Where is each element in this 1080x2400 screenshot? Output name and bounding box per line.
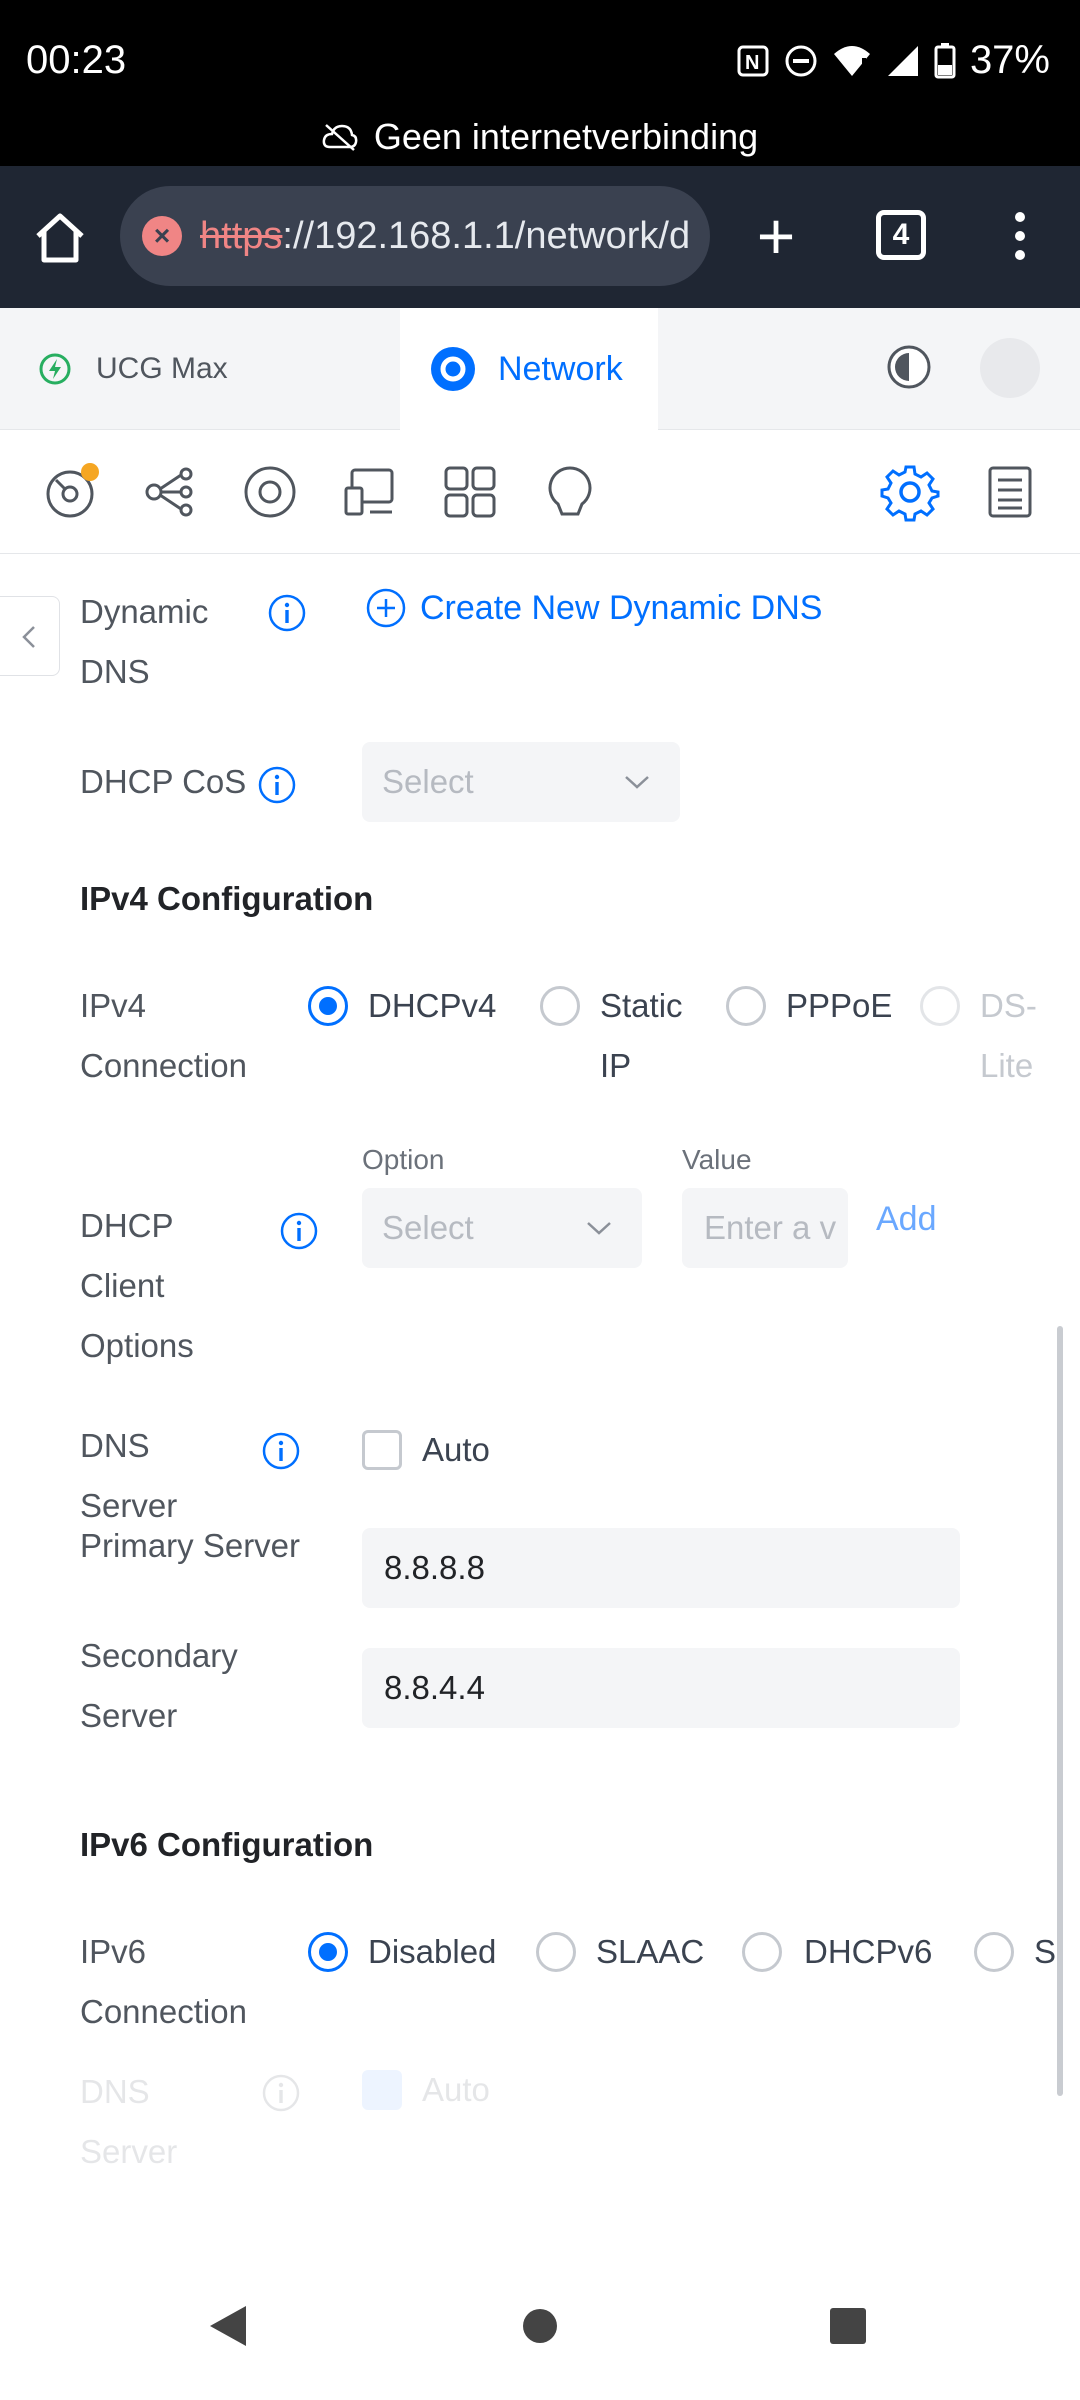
dns-auto-label[interactable]: Auto	[422, 1420, 490, 1480]
wifi-icon	[833, 45, 870, 76]
radio-pppoe-label[interactable]: PPPoE	[786, 976, 892, 1036]
ipv6-dns-server-label: DNS Server	[80, 2073, 178, 2170]
network-app-icon	[431, 347, 475, 391]
insecure-warning-icon[interactable]: ×	[142, 216, 182, 256]
ipv6-configuration-heading: IPv6 Configuration	[80, 1826, 374, 1863]
logs-icon[interactable]	[980, 462, 1040, 522]
address-bar[interactable]: × https://192.168.1.1/network/d	[120, 186, 710, 286]
topology-icon[interactable]	[140, 462, 200, 522]
chevron-left-icon	[22, 626, 35, 648]
radio-ds-lite-label[interactable]: DS- Lite	[980, 976, 1037, 1096]
status-bar: 00:23 N 37%	[0, 0, 1080, 108]
ipv4-configuration-heading: IPv4 Configuration	[80, 880, 374, 917]
dhcp-cos-placeholder: Select	[382, 763, 474, 800]
home-icon[interactable]	[30, 208, 90, 268]
value-column-label: Value	[682, 1144, 752, 1175]
radio-static-ipv6[interactable]	[974, 1932, 1014, 1972]
info-icon[interactable]	[268, 594, 306, 632]
radio-pppoe[interactable]	[726, 986, 766, 1026]
dhcp-cos-label: DHCP CoS	[80, 763, 247, 800]
settings-gear-icon[interactable]	[880, 462, 940, 522]
ports-icon[interactable]	[440, 462, 500, 522]
radio-disabled-label[interactable]: Disabled	[368, 1922, 496, 1982]
chevron-down-icon	[587, 1222, 611, 1235]
new-tab-button[interactable]: +	[746, 203, 806, 269]
secondary-server-input[interactable]: 8.8.4.4	[362, 1648, 960, 1728]
dhcp-cos-select[interactable]: Select	[362, 742, 680, 822]
radio-slaac-label[interactable]: SLAAC	[596, 1922, 704, 1982]
tab-ucg-max-label: UCG Max	[96, 352, 228, 385]
radio-dhcpv6-label[interactable]: DHCPv6	[804, 1922, 932, 1982]
dhcp-option-placeholder: Select	[382, 1209, 474, 1246]
dhcp-option-value-input[interactable]: Enter a v	[682, 1188, 848, 1268]
connection-banner: Geen internetverbinding	[0, 108, 1080, 166]
ipv6-dns-auto-checkbox[interactable]	[362, 2070, 402, 2110]
back-icon[interactable]	[206, 2302, 250, 2350]
info-icon[interactable]	[258, 766, 296, 804]
tab-network[interactable]: Network	[400, 308, 658, 430]
radio-dhcpv6[interactable]	[742, 1932, 782, 1972]
browser-menu-icon[interactable]	[1000, 206, 1040, 266]
chevron-down-icon	[625, 776, 649, 789]
info-icon[interactable]	[262, 1432, 300, 1470]
insights-icon[interactable]	[540, 462, 600, 522]
dhcp-client-options-label: DHCP Client Options	[80, 1207, 194, 1364]
dns-auto-checkbox[interactable]	[362, 1430, 402, 1470]
section-nav	[0, 430, 1080, 554]
clock: 00:23	[26, 38, 127, 82]
url-text[interactable]: https://192.168.1.1/network/d	[200, 215, 690, 258]
cloud-off-icon	[322, 124, 358, 151]
tab-network-label: Network	[498, 349, 623, 388]
dashboard-icon[interactable]	[40, 462, 100, 522]
status-icons: N 37%	[736, 38, 1050, 83]
ipv4-connection-label: IPv4 Connection	[80, 987, 247, 1084]
dnd-icon	[785, 45, 817, 76]
dhcp-option-select[interactable]: Select	[362, 1188, 642, 1268]
radio-static-ip-label[interactable]: Static IP	[600, 976, 683, 1096]
info-icon[interactable]	[262, 2074, 300, 2112]
battery-icon	[934, 42, 956, 78]
sidebar-expand-tab[interactable]	[0, 596, 60, 676]
radio-static-ip[interactable]	[540, 986, 580, 1026]
scrollbar[interactable]	[1057, 1326, 1063, 2096]
devices-icon[interactable]	[240, 462, 300, 522]
clients-icon[interactable]	[340, 462, 400, 522]
info-icon[interactable]	[280, 1212, 318, 1250]
svg-text:N: N	[745, 52, 759, 74]
theme-toggle-icon[interactable]	[886, 344, 932, 390]
ipv6-dns-auto-label[interactable]: Auto	[422, 2060, 490, 2120]
browser-toolbar: × https://192.168.1.1/network/d + 4	[0, 166, 1080, 308]
ipv6-connection-label: IPv6 Connection	[80, 1933, 247, 2030]
battery-percentage: 37%	[969, 38, 1050, 82]
add-dhcp-option-button[interactable]: Add	[876, 1200, 937, 1239]
home-circle-icon[interactable]	[520, 2302, 560, 2350]
radio-slaac[interactable]	[536, 1932, 576, 1972]
settings-form: Dynamic DNS Create New Dynamic DNS DHCP …	[0, 554, 1080, 2254]
connection-banner-text: Geen internetverbinding	[373, 116, 759, 157]
option-column-label: Option	[362, 1144, 445, 1175]
radio-ds-lite[interactable]	[920, 986, 960, 1026]
create-dynamic-dns-button[interactable]: Create New Dynamic DNS	[366, 588, 822, 628]
system-navigation-bar	[0, 2254, 1080, 2400]
radio-dhcpv4-label[interactable]: DHCPv4	[368, 976, 496, 1036]
recents-icon[interactable]	[826, 2302, 870, 2350]
tab-switcher-button[interactable]: 4	[876, 210, 926, 260]
radio-static-ipv6-label[interactable]: S	[1034, 1922, 1056, 1982]
create-dynamic-dns-label: Create New Dynamic DNS	[420, 588, 823, 627]
radio-disabled[interactable]	[308, 1932, 348, 1972]
dynamic-dns-label: Dynamic DNS	[80, 593, 209, 690]
nfc-icon: N	[737, 45, 769, 76]
primary-server-label: Primary Server	[80, 1527, 301, 1564]
signal-icon	[887, 45, 918, 76]
radio-dhcpv4[interactable]	[308, 986, 348, 1026]
plus-circle-icon	[366, 588, 406, 628]
avatar[interactable]	[980, 338, 1040, 398]
tab-ucg-max[interactable]: UCG Max	[38, 352, 228, 386]
secondary-server-label: Secondary Server	[80, 1637, 238, 1734]
lightning-icon	[39, 353, 71, 385]
primary-server-input[interactable]: 8.8.8.8	[362, 1528, 960, 1608]
